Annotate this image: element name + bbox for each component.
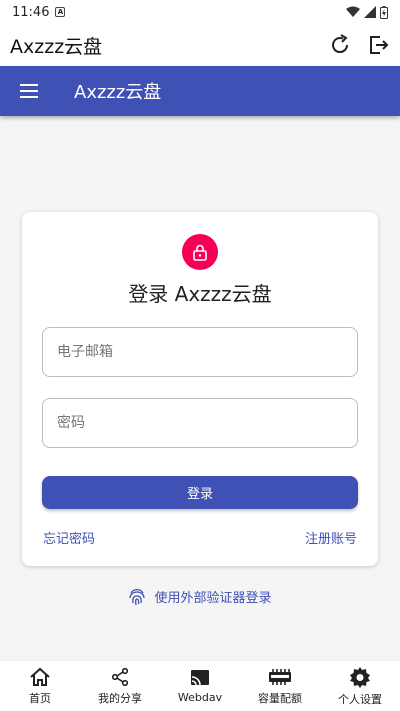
nav-bar: Axzzz云盘: [0, 66, 400, 116]
menu-icon[interactable]: [20, 79, 50, 103]
share-icon: [111, 667, 129, 686]
lock-avatar: [182, 234, 218, 270]
wifi-icon: [346, 6, 360, 17]
bottom-nav-settings[interactable]: 个人设置: [320, 661, 400, 711]
bottom-nav-label: 我的分享: [98, 691, 142, 705]
status-bar: 11:46 A: [0, 0, 400, 24]
app-bar: Axzzz云盘: [0, 24, 400, 66]
email-field[interactable]: [42, 327, 358, 377]
cast-icon: [191, 670, 209, 686]
bottom-nav-label: 个人设置: [338, 692, 382, 706]
bottom-nav-label: Webdav: [177, 691, 223, 704]
external-login-link[interactable]: 使用外部验证器登录: [0, 586, 400, 606]
bottom-nav-webdav[interactable]: Webdav: [160, 661, 240, 711]
lock-icon: [193, 244, 207, 261]
bottom-nav-share[interactable]: 我的分享: [80, 661, 160, 711]
gear-icon: [350, 666, 370, 688]
fingerprint-icon: [129, 589, 146, 606]
login-title: 登录 Axzzz云盘: [128, 282, 272, 306]
logout-icon[interactable]: [366, 33, 390, 57]
nav-title: Axzzz云盘: [74, 82, 162, 103]
status-icons: [346, 5, 388, 19]
forgot-password-link[interactable]: 忘记密码: [43, 528, 95, 547]
bottom-nav-home[interactable]: 首页: [0, 661, 80, 711]
app-title: Axzzz云盘: [10, 35, 103, 58]
bottom-nav: 首页 我的分享 Webdav 容量配额 个人设置: [0, 660, 400, 711]
login-button[interactable]: 登录: [42, 476, 358, 509]
battery-icon: [380, 5, 388, 19]
app-bar-actions: [328, 33, 390, 57]
register-link[interactable]: 注册账号: [305, 528, 357, 547]
home-icon: [30, 667, 50, 686]
status-time: 11:46: [12, 4, 50, 20]
external-login-label: 使用外部验证器登录: [154, 590, 272, 606]
memory-icon: [269, 668, 291, 685]
signal-icon: [364, 6, 376, 18]
bottom-nav-quota[interactable]: 容量配额: [240, 661, 320, 711]
password-field[interactable]: [42, 398, 358, 448]
refresh-icon[interactable]: [328, 33, 352, 57]
bottom-nav-label: 首页: [29, 691, 51, 705]
bottom-nav-label: 容量配额: [258, 691, 302, 705]
login-card: 登录 Axzzz云盘 登录 忘记密码 注册账号: [22, 212, 378, 566]
notification-badge-icon: A: [55, 7, 66, 17]
